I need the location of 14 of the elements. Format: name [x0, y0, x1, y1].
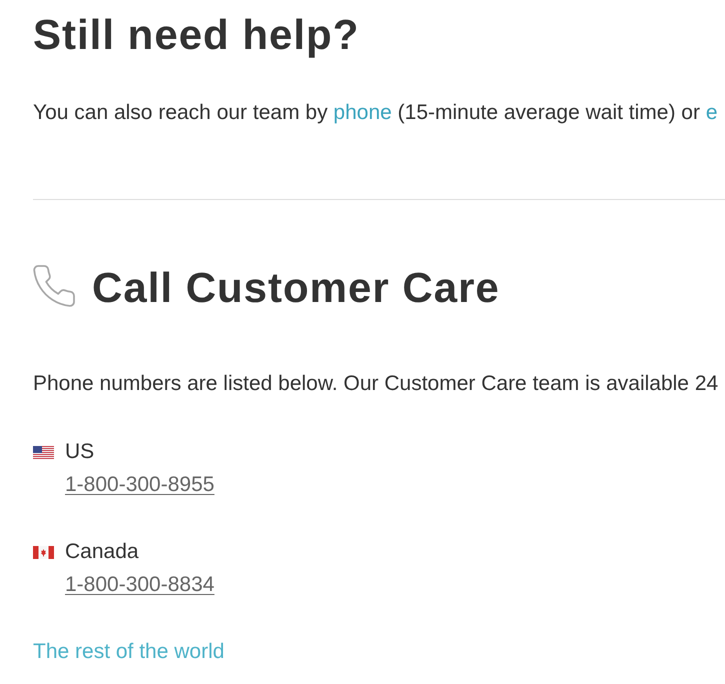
canada-flag-icon — [33, 546, 54, 558]
country-name: Canada — [65, 539, 139, 565]
page-heading: Still need help? — [33, 10, 360, 60]
us-flag-icon — [33, 446, 54, 458]
phone-number-link[interactable]: 1-800-300-8955 — [65, 471, 214, 499]
availability-text: Phone numbers are listed below. Our Customer Care team is available 24 — [33, 371, 718, 397]
rest-of-world-link[interactable]: The rest of the world — [33, 638, 224, 666]
country-name: US — [65, 439, 94, 465]
phone-number-link[interactable]: 1-800-300-8834 — [65, 571, 214, 599]
inline-link[interactable]: e — [706, 101, 718, 124]
inline-link[interactable]: phone — [333, 101, 392, 124]
section-heading: Call Customer Care — [92, 263, 500, 313]
phone-icon — [33, 265, 75, 307]
help-text: You can also reach our team by phone (15-minute average wait time) or e — [33, 100, 718, 126]
